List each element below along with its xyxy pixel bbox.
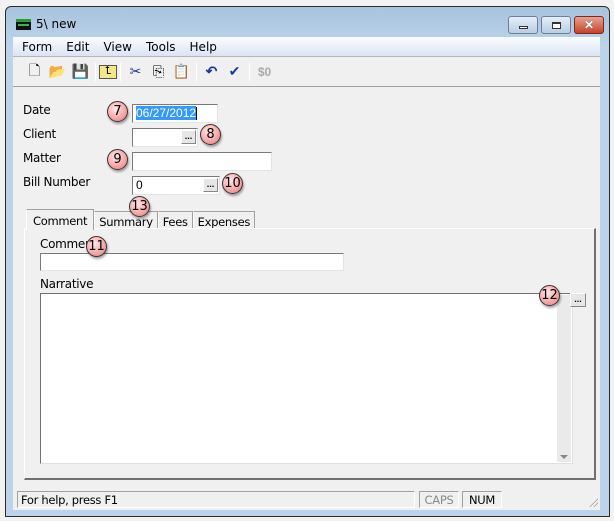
callout-badge-8: 8 — [200, 124, 221, 145]
maximize-icon — [551, 21, 561, 29]
undo-icon[interactable]: ↶ — [200, 61, 223, 83]
narrative-textarea[interactable] — [40, 293, 573, 464]
callout-badge-7: 7 — [107, 101, 128, 122]
menu-form[interactable]: Form — [15, 37, 59, 56]
window-title: 5\ new — [36, 17, 77, 31]
narrative-label: Narrative — [40, 277, 94, 291]
date-field[interactable]: 06/27/2012 — [132, 104, 218, 123]
narrative-expand-button[interactable]: ... — [570, 293, 586, 307]
up-folder-icon[interactable]: ⮤ — [99, 64, 117, 79]
status-num-indicator: NUM — [462, 491, 502, 508]
close-icon: ✕ — [583, 18, 595, 32]
toolbar-separator — [120, 62, 121, 81]
status-help-text: For help, press F1 — [17, 491, 415, 508]
tab-comment[interactable]: Comment — [26, 209, 95, 230]
callout-badge-10: 10 — [222, 173, 243, 194]
matter-label: Matter — [23, 151, 61, 165]
minimize-icon — [518, 26, 528, 29]
menu-view[interactable]: View — [96, 37, 138, 56]
toolbar-separator — [249, 62, 250, 81]
resize-grip-icon[interactable] — [588, 497, 598, 507]
tab-expenses[interactable]: Expenses — [192, 211, 256, 229]
close-button[interactable]: ✕ — [574, 16, 604, 34]
maximize-button[interactable] — [541, 16, 571, 34]
narrative-scrollbar[interactable] — [557, 295, 571, 462]
menu-tools[interactable]: Tools — [139, 37, 183, 56]
toolbar-separator — [196, 62, 197, 81]
menu-bar: Form Edit View Tools Help — [13, 37, 600, 57]
client-area: Form Edit View Tools Help 🗋 📂 💾 ⮤ ✂ ⎘ 📋 … — [13, 37, 600, 510]
open-folder-icon[interactable]: 📂 — [46, 61, 69, 83]
title-bar[interactable]: 5\ new ✕ — [6, 7, 609, 37]
tab-fees[interactable]: Fees — [157, 211, 193, 229]
paste-icon[interactable]: 📋 — [170, 61, 193, 83]
application-window: 5\ new ✕ Form Edit View Tools Help 🗋 📂 💾… — [5, 6, 610, 517]
new-document-icon[interactable]: 🗋 — [23, 61, 46, 83]
date-label: Date — [23, 103, 51, 117]
callout-badge-13: 13 — [129, 196, 150, 217]
status-caps-indicator: CAPS — [419, 491, 459, 508]
save-icon[interactable]: 💾 — [69, 61, 92, 83]
callout-badge-9: 9 — [107, 149, 128, 170]
callout-badge-11: 11 — [86, 236, 107, 257]
comment-field[interactable] — [40, 253, 344, 271]
amount-button[interactable]: $0 — [253, 61, 276, 83]
matter-field[interactable] — [132, 152, 272, 171]
bill-number-lookup-button[interactable]: ... — [203, 178, 218, 192]
app-icon — [16, 19, 31, 30]
date-value: 06/27/2012 — [136, 106, 197, 120]
toolbar-separator — [95, 62, 96, 81]
bill-number-label: Bill Number — [23, 175, 90, 189]
scroll-down-arrow-icon[interactable] — [560, 455, 568, 459]
cut-icon[interactable]: ✂ — [124, 61, 147, 83]
client-lookup-button[interactable]: ... — [181, 130, 196, 144]
status-bar: For help, press F1 CAPS NUM — [13, 489, 600, 508]
menu-help[interactable]: Help — [183, 37, 224, 56]
spellcheck-icon[interactable]: ✔ — [223, 61, 246, 83]
toolbar: 🗋 📂 💾 ⮤ ✂ ⎘ 📋 ↶ ✔ $0 — [13, 57, 600, 87]
tab-summary[interactable]: Summary — [94, 211, 158, 229]
text-caret — [196, 107, 198, 121]
callout-badge-12: 12 — [539, 285, 560, 306]
copy-icon[interactable]: ⎘ — [147, 61, 170, 83]
client-label: Client — [23, 127, 56, 141]
menu-edit[interactable]: Edit — [59, 37, 96, 56]
minimize-button[interactable] — [508, 16, 538, 34]
